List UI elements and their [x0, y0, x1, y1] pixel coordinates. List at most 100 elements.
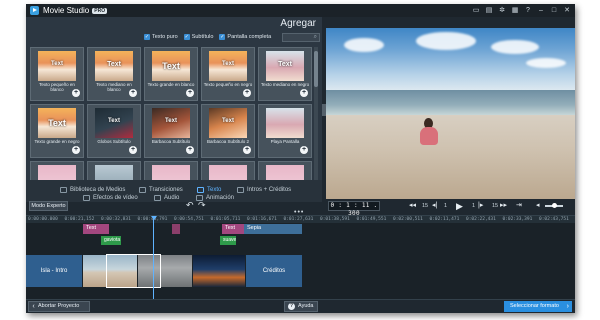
- playhead[interactable]: [153, 218, 154, 300]
- ruler-tick-label: 0:02:43,751: [539, 217, 569, 222]
- settings-icon[interactable]: ✲: [498, 6, 506, 15]
- template-tile[interactable]: Text Texto pequeño en blanco +: [30, 47, 84, 101]
- ruler-tick-label: 0:00:00.000: [28, 217, 58, 222]
- video-clip-credits[interactable]: Créditos: [246, 255, 302, 287]
- close-icon[interactable]: ✕: [563, 6, 571, 15]
- expert-mode-button[interactable]: Modo Experto: [29, 201, 68, 211]
- end-marker-icon[interactable]: ⇥: [516, 202, 522, 210]
- checkbox-icon[interactable]: ✓: [144, 34, 150, 40]
- text-icon: [197, 186, 204, 193]
- tab-audio[interactable]: Audio: [154, 193, 179, 202]
- chat-icon[interactable]: ▭: [472, 6, 480, 15]
- app-logo-icon: [30, 6, 39, 15]
- play-icon[interactable]: ▶: [456, 202, 463, 211]
- template-thumbnail: Text: [209, 108, 247, 138]
- skip-forward-label: 15: [492, 203, 499, 209]
- text-clip[interactable]: Text: [83, 224, 109, 234]
- add-icon[interactable]: +: [129, 89, 137, 97]
- app-title: Movie Studio: [43, 6, 90, 15]
- ruler-tick-label: 0:01:49,551: [356, 217, 387, 222]
- video-clip-city[interactable]: [193, 255, 245, 287]
- ruler-tick-label: 0:01:38,591: [320, 217, 350, 222]
- skip-forward-icon[interactable]: ▸▸: [500, 202, 507, 210]
- template-tile[interactable]: Text Barbacoa Subtítulo +: [144, 104, 198, 158]
- volume-icon[interactable]: ◂: [536, 202, 540, 210]
- template-caption: Texto grande en negro: [34, 139, 80, 144]
- template-tile[interactable]: Text Texto grande en blanco +: [144, 47, 198, 101]
- video-clip-intro[interactable]: Isla - Intro: [26, 255, 82, 287]
- template-caption: Barbacoa Subtítulo 2: [206, 139, 250, 144]
- filter-texto-puro[interactable]: ✓ Texto puro: [144, 34, 178, 40]
- add-icon[interactable]: +: [243, 146, 251, 154]
- preview-person-body: [420, 127, 438, 145]
- minimize-icon[interactable]: –: [537, 6, 545, 15]
- frame-forward-label: 1: [472, 203, 476, 209]
- timeline-ruler[interactable]: 0:00:00.0000:00:21,1520:00:32,8310:00:43…: [26, 215, 575, 223]
- add-icon[interactable]: +: [129, 146, 137, 154]
- chevron-right-icon: ›: [566, 303, 569, 310]
- help-icon[interactable]: ?: [524, 6, 532, 15]
- add-icon[interactable]: +: [300, 89, 308, 97]
- skip-back-icon[interactable]: ◂◂: [409, 202, 416, 210]
- frame-back-label: 1: [444, 203, 448, 209]
- add-icon[interactable]: +: [186, 89, 194, 97]
- sepia-effect-clip[interactable]: Sepia: [244, 224, 302, 234]
- ruler-tick-label: 0:02:33,391: [502, 217, 533, 222]
- tab-label: Texto: [207, 186, 222, 193]
- volume-knob[interactable]: [552, 203, 558, 208]
- add-icon[interactable]: +: [300, 146, 308, 154]
- thumbnail-text: Text: [222, 118, 234, 124]
- template-thumbnail: [266, 108, 304, 138]
- checkbox-icon[interactable]: ✓: [219, 34, 226, 40]
- filter-label: Texto puro: [152, 34, 178, 40]
- titlebar-icons: ▭ ▤ ✲ ▦ ? – □ ✕: [472, 6, 571, 15]
- text-clip[interactable]: Text: [222, 224, 244, 234]
- template-caption: Texto pequeño en negro: [203, 82, 253, 87]
- help-button[interactable]: ? Ayuda: [284, 301, 318, 312]
- filter-pantalla-completa[interactable]: ✓ Pantalla completa: [219, 34, 271, 40]
- template-tile[interactable]: Text Texto mediano en blanco +: [87, 47, 141, 101]
- abort-project-button[interactable]: ‹ Abortar Proyecto: [28, 301, 90, 312]
- video-preview[interactable]: [326, 28, 575, 199]
- template-caption: Texto grande en blanco: [147, 82, 195, 87]
- add-icon[interactable]: +: [243, 89, 251, 97]
- audio-clip[interactable]: gaviota: [101, 236, 121, 245]
- thumbnail-text: Text: [162, 61, 180, 71]
- redo-icon[interactable]: ↷: [198, 200, 206, 211]
- filter-label: Pantalla completa: [227, 34, 272, 40]
- template-tile[interactable]: Text Texto pequeño en negro +: [201, 47, 255, 101]
- add-icon[interactable]: +: [72, 89, 80, 97]
- preview-sea: [326, 90, 575, 115]
- timecode-display[interactable]: 0 : 1 : 11 . 300: [328, 201, 380, 217]
- playhead-handle[interactable]: [151, 216, 157, 220]
- audio-clip[interactable]: suave: [220, 236, 236, 245]
- select-format-label: Seleccionar formato: [510, 303, 559, 309]
- tab-efectos[interactable]: Efectos de vídeo: [83, 193, 138, 202]
- grid-scrollbar[interactable]: [314, 47, 318, 191]
- layout-icon[interactable]: ▦: [511, 6, 519, 15]
- thumbnail-text: Text: [108, 118, 120, 124]
- tab-intros[interactable]: Intros + Créditos: [237, 185, 291, 194]
- add-icon[interactable]: +: [186, 146, 194, 154]
- checkbox-icon[interactable]: ✓: [183, 34, 190, 40]
- add-icon[interactable]: +: [72, 146, 80, 154]
- search-input[interactable]: ⌕: [282, 33, 320, 42]
- frame-back-icon[interactable]: ◂|: [432, 202, 437, 210]
- template-tile[interactable]: Playa Pantalla +: [258, 104, 312, 158]
- filter-subtitulo[interactable]: ✓ Subtítulo: [183, 34, 213, 40]
- frame-forward-icon[interactable]: |▸: [478, 202, 483, 210]
- ruler-tick-label: 0:00:21,152: [64, 217, 95, 222]
- text-clip-marker[interactable]: [172, 224, 180, 234]
- template-tile[interactable]: Text Barbacoa Subtítulo 2 +: [201, 104, 255, 158]
- maximize-icon[interactable]: □: [550, 6, 558, 15]
- template-tile[interactable]: Text Texto grande en negro +: [30, 104, 84, 158]
- select-format-button[interactable]: Seleccionar formato ›: [504, 301, 572, 312]
- scrollbar-thumb[interactable]: [314, 51, 318, 87]
- undo-icon[interactable]: ↶: [186, 200, 194, 211]
- template-tile[interactable]: Text Texto mediano en negro +: [258, 47, 312, 101]
- bottom-bar: ‹ Abortar Proyecto ? Ayuda Seleccionar f…: [26, 299, 575, 313]
- template-tile[interactable]: Text Globos Subtítulo +: [87, 104, 141, 158]
- search-icon[interactable]: ⌕: [314, 34, 317, 40]
- template-thumbnail: Text: [209, 51, 247, 81]
- cart-icon[interactable]: ▤: [485, 6, 493, 15]
